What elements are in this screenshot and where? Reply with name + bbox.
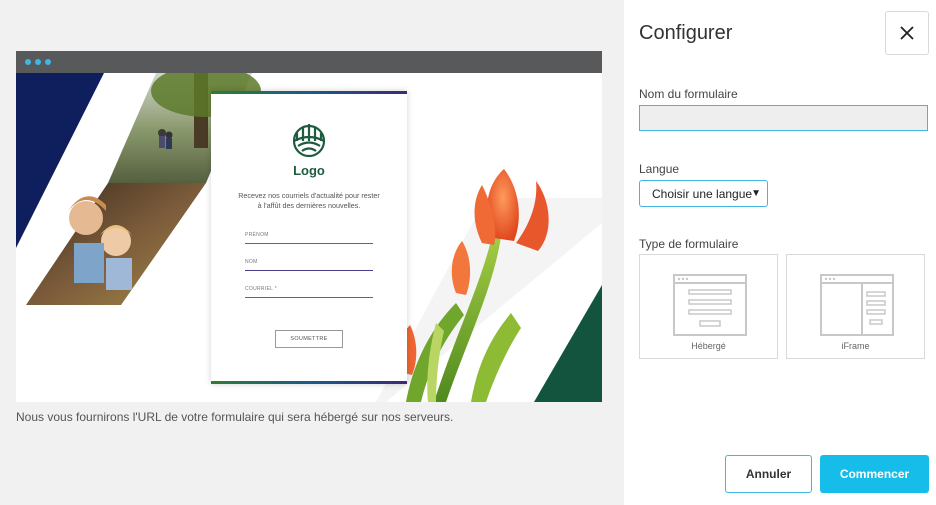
form-submit-button-preview: SOUMETTRE <box>275 330 343 348</box>
browser-dot <box>45 59 51 65</box>
language-select[interactable]: Choisir une langue ▼ <box>639 180 768 207</box>
close-icon <box>900 26 914 40</box>
form-logo-text: Logo <box>293 163 325 178</box>
caret-down-icon: ▼ <box>751 188 761 199</box>
form-name-label: Nom du formulaire <box>639 87 738 101</box>
card-bottom-border <box>211 381 407 384</box>
hosted-form-icon <box>673 274 747 336</box>
browser-toolbar <box>16 51 602 73</box>
card-top-border <box>211 91 407 94</box>
configure-panel: Configurer Nom du formulaire Langue Choi… <box>624 0 936 505</box>
preview-canvas: Logo Recevez nos courriels d'actualité p… <box>16 73 602 402</box>
form-type-iframe-option[interactable]: iFrame <box>786 254 925 359</box>
start-button[interactable]: Commencer <box>820 455 929 493</box>
form-type-label: Type de formulaire <box>639 237 739 251</box>
form-type-hosted-label: Hébergé <box>691 341 726 351</box>
iframe-form-icon <box>820 274 894 336</box>
building-logo-icon <box>292 124 326 158</box>
language-select-value: Choisir une langue <box>652 186 753 201</box>
browser-mockup: Logo Recevez nos courriels d'actualité p… <box>16 51 602 402</box>
form-type-iframe-label: iFrame <box>841 341 870 351</box>
form-logo: Logo <box>211 121 407 178</box>
form-intro-text: Recevez nos courriels d'actualité pour r… <box>238 191 380 210</box>
form-type-hosted-option[interactable]: Hébergé <box>639 254 778 359</box>
form-mockup-card: Logo Recevez nos courriels d'actualité p… <box>211 91 407 384</box>
preview-caption: Nous vous fournirons l'URL de votre form… <box>16 410 454 424</box>
close-button[interactable] <box>885 11 929 55</box>
language-label: Langue <box>639 162 680 176</box>
form-field-lastname: NOM <box>245 259 373 271</box>
form-name-input[interactable] <box>639 105 928 131</box>
browser-dot <box>35 59 41 65</box>
form-field-firstname: PRÉNOM <box>245 232 373 244</box>
browser-window-dots <box>25 59 51 65</box>
form-preview-area: Logo Recevez nos courriels d'actualité p… <box>0 0 624 505</box>
panel-title: Configurer <box>639 22 733 44</box>
form-field-email: COURRIEL * <box>245 286 373 298</box>
cancel-button[interactable]: Annuler <box>725 455 812 493</box>
browser-dot <box>25 59 31 65</box>
